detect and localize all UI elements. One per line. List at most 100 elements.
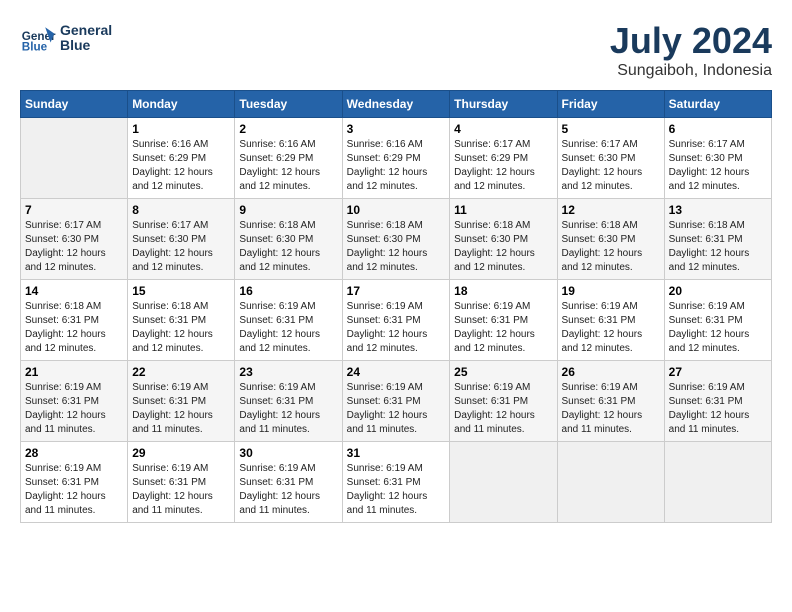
day-info: Sunrise: 6:19 AMSunset: 6:31 PMDaylight:… [347, 462, 446, 518]
calendar-cell: 4 Sunrise: 6:17 AMSunset: 6:29 PMDaylight… [450, 118, 557, 199]
calendar-cell: 12 Sunrise: 6:18 AMSunset: 6:30 PMDayligh… [557, 199, 664, 280]
location-subtitle: Sungaiboh, Indonesia [610, 62, 772, 80]
day-number: 25 [454, 365, 552, 379]
day-info: Sunrise: 6:16 AMSunset: 6:29 PMDaylight:… [239, 138, 337, 194]
day-info: Sunrise: 6:19 AMSunset: 6:31 PMDaylight:… [239, 462, 337, 518]
day-info: Sunrise: 6:17 AMSunset: 6:30 PMDaylight:… [669, 138, 767, 194]
calendar-cell [450, 442, 557, 523]
day-info: Sunrise: 6:18 AMSunset: 6:31 PMDaylight:… [132, 300, 230, 356]
day-number: 22 [132, 365, 230, 379]
day-number: 12 [562, 203, 660, 217]
weekday-header-saturday: Saturday [664, 91, 771, 118]
calendar-cell: 30 Sunrise: 6:19 AMSunset: 6:31 PMDayligh… [235, 442, 342, 523]
calendar-cell: 10Sunrise: 6:18 AMSunset: 6:30 PMDayligh… [342, 199, 450, 280]
calendar-cell: 11Sunrise: 6:18 AMSunset: 6:30 PMDayligh… [450, 199, 557, 280]
logo: General Blue General Blue [20, 20, 112, 56]
weekday-header-wednesday: Wednesday [342, 91, 450, 118]
calendar-cell: 18 Sunrise: 6:19 AMSunset: 6:31 PMDayligh… [450, 280, 557, 361]
day-number: 23 [239, 365, 337, 379]
logo-icon: General Blue [20, 20, 56, 56]
day-info: Sunrise: 6:19 AMSunset: 6:31 PMDaylight:… [454, 300, 552, 356]
day-number: 29 [132, 446, 230, 460]
calendar-week-2: 7 Sunrise: 6:17 AMSunset: 6:30 PMDaylight… [21, 199, 772, 280]
day-number: 9 [239, 203, 337, 217]
calendar-cell: 26Sunrise: 6:19 AMSunset: 6:31 PMDayligh… [557, 361, 664, 442]
day-number: 6 [669, 122, 767, 136]
calendar-cell: 29 Sunrise: 6:19 AMSunset: 6:31 PMDayligh… [128, 442, 235, 523]
calendar-cell: 3Sunrise: 6:16 AMSunset: 6:29 PMDaylight… [342, 118, 450, 199]
day-number: 2 [239, 122, 337, 136]
day-info: Sunrise: 6:19 AMSunset: 6:31 PMDaylight:… [239, 381, 337, 437]
day-info: Sunrise: 6:19 AMSunset: 6:31 PMDaylight:… [347, 381, 446, 437]
calendar-cell: 17Sunrise: 6:19 AMSunset: 6:31 PMDayligh… [342, 280, 450, 361]
calendar-header: SundayMondayTuesdayWednesdayThursdayFrid… [21, 91, 772, 118]
calendar-cell: 25 Sunrise: 6:19 AMSunset: 6:31 PMDayligh… [450, 361, 557, 442]
day-info: Sunrise: 6:16 AMSunset: 6:29 PMDaylight:… [132, 138, 230, 194]
day-info: Sunrise: 6:19 AMSunset: 6:31 PMDaylight:… [562, 300, 660, 356]
calendar-cell: 1 Sunrise: 6:16 AMSunset: 6:29 PMDaylight… [128, 118, 235, 199]
day-number: 7 [25, 203, 123, 217]
day-info: Sunrise: 6:17 AMSunset: 6:30 PMDaylight:… [25, 219, 123, 275]
day-number: 13 [669, 203, 767, 217]
day-info: Sunrise: 6:18 AMSunset: 6:31 PMDaylight:… [669, 219, 767, 275]
day-number: 17 [347, 284, 446, 298]
day-number: 27 [669, 365, 767, 379]
calendar-cell: 19 Sunrise: 6:19 AMSunset: 6:31 PMDayligh… [557, 280, 664, 361]
calendar-cell: 16Sunrise: 6:19 AMSunset: 6:31 PMDayligh… [235, 280, 342, 361]
day-info: Sunrise: 6:18 AMSunset: 6:30 PMDaylight:… [454, 219, 552, 275]
day-info: Sunrise: 6:19 AMSunset: 6:31 PMDaylight:… [669, 300, 767, 356]
weekday-header-sunday: Sunday [21, 91, 128, 118]
day-number: 20 [669, 284, 767, 298]
calendar-cell [21, 118, 128, 199]
weekday-header-row: SundayMondayTuesdayWednesdayThursdayFrid… [21, 91, 772, 118]
day-number: 14 [25, 284, 123, 298]
page-header: General Blue General Blue July 2024 Sung… [20, 20, 772, 80]
day-number: 26 [562, 365, 660, 379]
calendar-cell: 2 Sunrise: 6:16 AMSunset: 6:29 PMDaylight… [235, 118, 342, 199]
calendar-week-3: 14 Sunrise: 6:18 AMSunset: 6:31 PMDayligh… [21, 280, 772, 361]
calendar-week-5: 28 Sunrise: 6:19 AMSunset: 6:31 PMDayligh… [21, 442, 772, 523]
svg-text:Blue: Blue [22, 41, 48, 54]
calendar-table: SundayMondayTuesdayWednesdayThursdayFrid… [20, 90, 772, 523]
calendar-cell: 20 Sunrise: 6:19 AMSunset: 6:31 PMDayligh… [664, 280, 771, 361]
day-info: Sunrise: 6:19 AMSunset: 6:31 PMDaylight:… [132, 462, 230, 518]
calendar-cell: 5Sunrise: 6:17 AMSunset: 6:30 PMDaylight… [557, 118, 664, 199]
calendar-cell: 7 Sunrise: 6:17 AMSunset: 6:30 PMDaylight… [21, 199, 128, 280]
day-number: 1 [132, 122, 230, 136]
calendar-cell: 24Sunrise: 6:19 AMSunset: 6:31 PMDayligh… [342, 361, 450, 442]
calendar-cell: 23 Sunrise: 6:19 AMSunset: 6:31 PMDayligh… [235, 361, 342, 442]
day-number: 28 [25, 446, 123, 460]
weekday-header-friday: Friday [557, 91, 664, 118]
calendar-cell: 14Sunrise: 6:18 AMSunset: 6:31 PMDayligh… [21, 280, 128, 361]
calendar-cell: 27 Sunrise: 6:19 AMSunset: 6:31 PMDayligh… [664, 361, 771, 442]
day-info: Sunrise: 6:17 AMSunset: 6:29 PMDaylight:… [454, 138, 552, 194]
day-info: Sunrise: 6:19 AMSunset: 6:31 PMDaylight:… [454, 381, 552, 437]
calendar-body: 1 Sunrise: 6:16 AMSunset: 6:29 PMDaylight… [21, 118, 772, 523]
day-number: 5 [562, 122, 660, 136]
title-section: July 2024 Sungaiboh, Indonesia [610, 20, 772, 80]
calendar-cell: 13 Sunrise: 6:18 AMSunset: 6:31 PMDayligh… [664, 199, 771, 280]
calendar-cell: 22Sunrise: 6:19 AMSunset: 6:31 PMDayligh… [128, 361, 235, 442]
month-year-title: July 2024 [610, 20, 772, 62]
calendar-cell: 28 Sunrise: 6:19 AMSunset: 6:31 PMDayligh… [21, 442, 128, 523]
day-number: 19 [562, 284, 660, 298]
day-info: Sunrise: 6:19 AMSunset: 6:31 PMDaylight:… [25, 462, 123, 518]
day-number: 4 [454, 122, 552, 136]
calendar-cell: 21 Sunrise: 6:19 AMSunset: 6:31 PMDayligh… [21, 361, 128, 442]
calendar-cell: 8Sunrise: 6:17 AMSunset: 6:30 PMDaylight… [128, 199, 235, 280]
day-number: 15 [132, 284, 230, 298]
logo-text: General Blue [60, 23, 112, 54]
day-info: Sunrise: 6:19 AMSunset: 6:31 PMDaylight:… [669, 381, 767, 437]
calendar-cell [664, 442, 771, 523]
calendar-cell [557, 442, 664, 523]
day-number: 18 [454, 284, 552, 298]
calendar-week-4: 21 Sunrise: 6:19 AMSunset: 6:31 PMDayligh… [21, 361, 772, 442]
weekday-header-thursday: Thursday [450, 91, 557, 118]
day-info: Sunrise: 6:19 AMSunset: 6:31 PMDaylight:… [25, 381, 123, 437]
day-info: Sunrise: 6:18 AMSunset: 6:30 PMDaylight:… [347, 219, 446, 275]
calendar-week-1: 1 Sunrise: 6:16 AMSunset: 6:29 PMDaylight… [21, 118, 772, 199]
day-number: 3 [347, 122, 446, 136]
day-number: 30 [239, 446, 337, 460]
day-info: Sunrise: 6:18 AMSunset: 6:30 PMDaylight:… [562, 219, 660, 275]
day-number: 21 [25, 365, 123, 379]
